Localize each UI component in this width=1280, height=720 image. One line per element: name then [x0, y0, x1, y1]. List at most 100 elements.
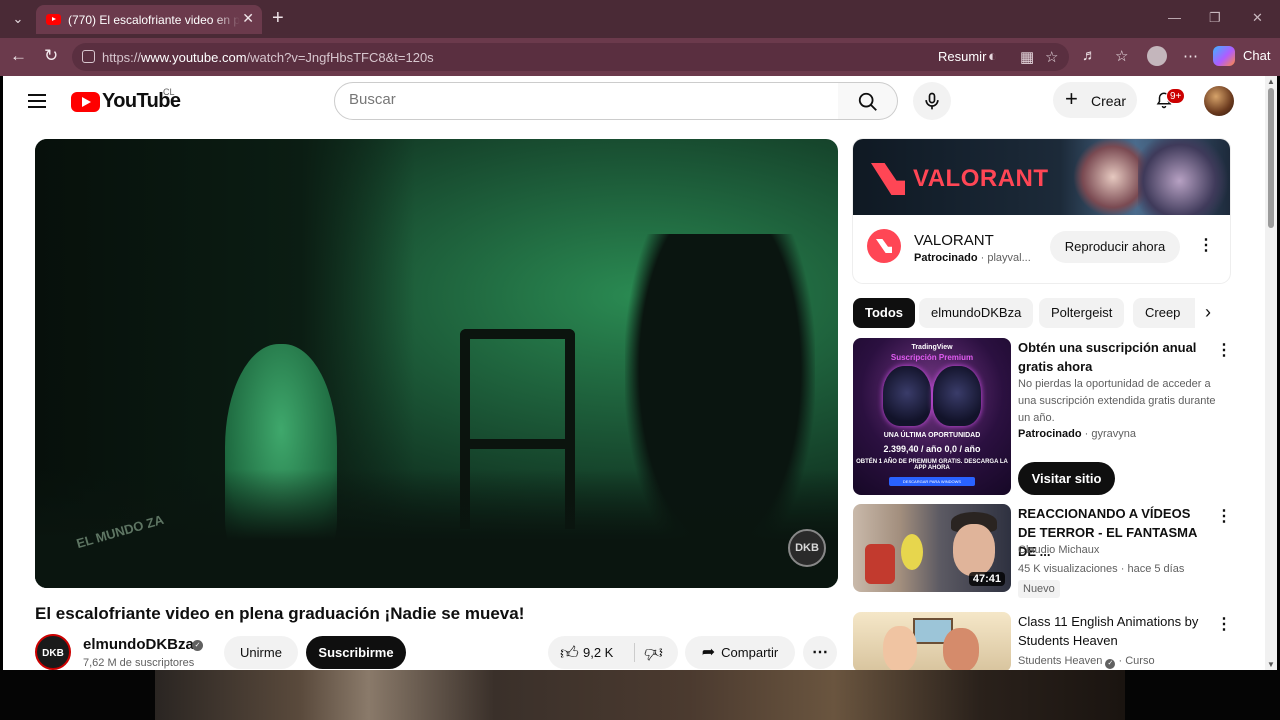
sponsored-ad-card[interactable]: VALORANT VALORANT Patrocinado · playval.…	[853, 139, 1230, 283]
site-info-icon[interactable]	[82, 50, 95, 63]
chevron-right-icon[interactable]: ›	[1205, 302, 1211, 323]
ad-banner[interactable]: VALORANT	[853, 139, 1230, 215]
youtube-favicon-icon	[46, 14, 61, 25]
recommendation-title[interactable]: Obtén una suscripción anual gratis ahora	[1018, 338, 1208, 376]
thumb-helmet-art-2	[933, 366, 981, 426]
tab-actions-chevron-icon[interactable]: ⌄	[6, 8, 30, 30]
summarize-button[interactable]: Resumir	[938, 49, 986, 64]
recommendation-more-icon[interactable]: ⋮	[1216, 614, 1232, 634]
search-box[interactable]	[334, 82, 839, 120]
address-bar-row: ← ↻ https://www.youtube.com/watch?v=Jngf…	[0, 38, 1280, 76]
recommendation-more-icon[interactable]: ⋮	[1216, 340, 1232, 360]
scroll-down-arrow-icon[interactable]: ▼	[1267, 660, 1275, 669]
share-label: Compartir	[721, 645, 779, 660]
minimize-icon[interactable]: —	[1168, 10, 1181, 25]
like-thumb-up-icon[interactable]: 👍︎	[560, 642, 579, 664]
dislike-thumb-down-icon[interactable]: 👍︎	[644, 642, 663, 664]
reload-icon[interactable]: ↻	[44, 46, 58, 66]
back-icon[interactable]: ←	[10, 46, 27, 66]
recommendation-thumbnail[interactable]: TradingView Suscripción Premium UNA ÚLTI…	[853, 338, 1011, 495]
chip-todos[interactable]: Todos	[853, 298, 916, 328]
create-button[interactable]: + Crear	[1053, 82, 1137, 118]
summarize-icon[interactable]: ◐	[988, 48, 997, 65]
new-badge: Nuevo	[1018, 580, 1060, 598]
thumb-person-face	[953, 524, 995, 576]
recommendation-title[interactable]: Class 11 English Animations by Students …	[1018, 612, 1208, 650]
recommendation-stats: 45 K visualizaciones · hace 5 días	[1018, 563, 1185, 575]
thumb-line2: UNA ÚLTIMA OPORTUNIDAD	[883, 432, 981, 439]
youtube-logo-icon[interactable]	[71, 92, 100, 112]
thumb-character-art	[883, 626, 917, 670]
chip-poltergeist[interactable]: Poltergeist	[1039, 298, 1125, 328]
favorites-icon[interactable]: ☆	[1115, 47, 1128, 65]
join-button[interactable]: Unirme	[224, 636, 298, 669]
new-tab-icon[interactable]: +	[272, 7, 284, 29]
url-field[interactable]: https://www.youtube.com/watch?v=JngfHbsT…	[72, 43, 1069, 71]
ad-play-now-button[interactable]: Reproducir ahora	[1050, 231, 1180, 263]
close-tab-icon[interactable]: ✕	[242, 10, 254, 27]
verified-check-icon: ✓	[1105, 659, 1116, 669]
more-menu-icon[interactable]: ⋯	[1183, 47, 1198, 65]
overlay-video-strip	[155, 670, 1125, 720]
recommendation-channel-line: Students Heaven ✓ · Curso	[1018, 655, 1155, 669]
thumb-line4: OBTÉN 1 AÑO DE PREMIUM GRATIS. DESCARGA …	[856, 459, 1008, 471]
thumb-object-2	[901, 534, 923, 570]
recommendation-more-icon[interactable]: ⋮	[1216, 506, 1232, 526]
country-code: CL	[163, 87, 175, 97]
tab-title: (770) El escalofriante video en plena gr…	[68, 13, 240, 27]
tab-youtube[interactable]: (770) El escalofriante video en plena gr…	[36, 5, 262, 34]
share-button[interactable]: ➦ Compartir	[685, 636, 795, 669]
notification-badge: 9+	[1166, 88, 1186, 104]
subscriber-count: 7,62 M de suscriptores	[83, 657, 195, 669]
more-actions-button[interactable]: ⋯	[803, 636, 837, 669]
maximize-icon[interactable]: ❐	[1209, 10, 1221, 26]
recommendation-description: No pierdas la oportunidad de acceder a u…	[1018, 378, 1216, 424]
chat-button[interactable]: Chat	[1243, 48, 1270, 63]
channel-watermark[interactable]: DKB	[788, 529, 826, 567]
favorite-star-icon[interactable]: ☆	[1045, 48, 1058, 66]
close-window-icon[interactable]: ✕	[1252, 10, 1263, 26]
menu-hamburger-icon[interactable]	[28, 94, 46, 108]
thumb-character-art-2	[943, 628, 979, 670]
ad-sponsored-line: Patrocinado · playval...	[914, 252, 1031, 264]
video-player[interactable]: EL MUNDO ZA DKB	[35, 139, 838, 588]
visit-site-button[interactable]: Visitar sitio	[1018, 462, 1115, 495]
scroll-up-arrow-icon[interactable]: ▲	[1267, 77, 1275, 86]
chip-channel[interactable]: elmundoDKBza	[919, 298, 1034, 328]
video-duration: 47:41	[968, 572, 1005, 586]
recommendation-channel[interactable]: Claudio Michaux	[1018, 542, 1099, 559]
page-scrollbar[interactable]: ▲ ▼	[1265, 76, 1277, 670]
recommendation-thumbnail[interactable]	[853, 612, 1011, 670]
list-item-class11-course[interactable]: Class 11 English Animations by Students …	[853, 612, 1232, 670]
thumb-object	[865, 544, 895, 584]
chip-creep[interactable]: Creep	[1133, 298, 1195, 328]
search-icon	[858, 92, 877, 111]
verified-check-icon: ✓	[192, 640, 203, 651]
channel-name[interactable]: elmundoDKBza	[83, 636, 194, 653]
search-button[interactable]	[838, 82, 898, 120]
extensions-icon[interactable]: ♬	[1082, 47, 1097, 64]
plus-icon: +	[1065, 86, 1078, 111]
like-count[interactable]: 9,2 K	[583, 645, 613, 660]
ad-more-options-icon[interactable]: ⋮	[1198, 235, 1214, 255]
copilot-icon[interactable]	[1213, 46, 1235, 66]
microphone-icon	[925, 92, 939, 110]
recommendation-thumbnail[interactable]: 47:41	[853, 504, 1011, 592]
channel-avatar[interactable]: DKB	[35, 634, 71, 670]
valorant-logo-icon	[871, 163, 905, 195]
advertiser-logo-icon[interactable]	[867, 229, 901, 263]
app-grid-icon[interactable]: ▦	[1020, 48, 1034, 66]
scrollbar-thumb[interactable]	[1268, 88, 1274, 228]
thumb-download-button: DESCARGAR PARA WINDOWS	[889, 477, 975, 486]
recommendation-sponsored: Patrocinado · gyravyna	[1018, 428, 1136, 440]
voice-search-button[interactable]	[913, 82, 951, 120]
browser-window: ⌄ (770) El escalofriante video en plena …	[0, 0, 1280, 720]
account-avatar[interactable]	[1204, 86, 1234, 116]
search-input[interactable]	[349, 91, 819, 108]
ad-banner-character-art-2	[1138, 139, 1230, 215]
subscribe-button[interactable]: Suscribirme	[306, 636, 406, 669]
ad-title[interactable]: VALORANT	[914, 232, 994, 249]
profile-avatar[interactable]	[1147, 46, 1167, 66]
share-arrow-icon: ➦	[701, 644, 716, 661]
video-title: El escalofriante video en plena graduaci…	[35, 604, 525, 623]
